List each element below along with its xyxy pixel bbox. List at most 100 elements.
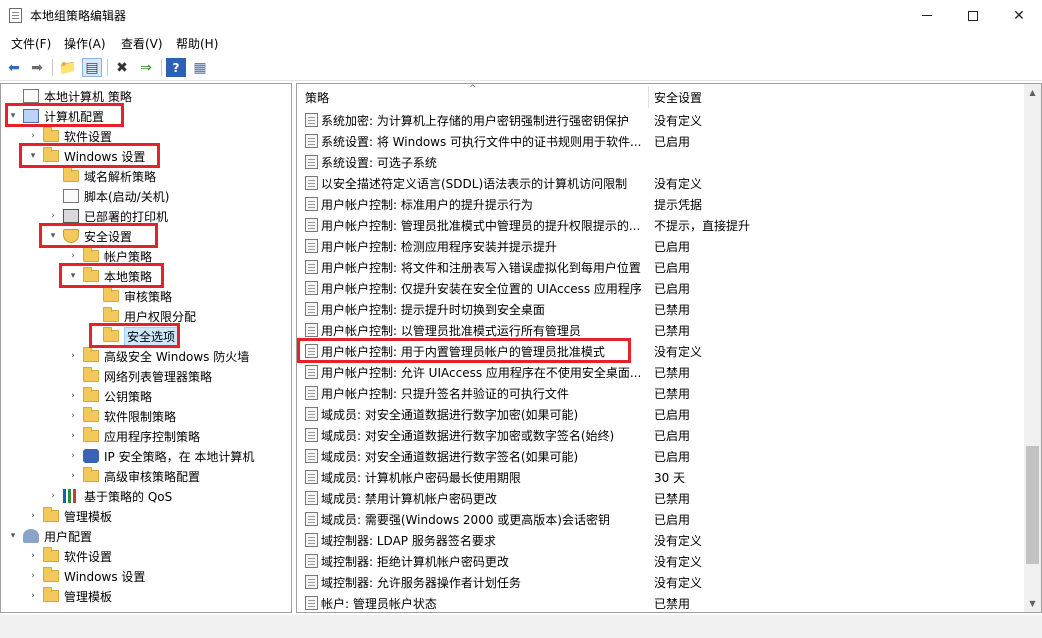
policy-list[interactable]: 策略 ^ 安全设置 ▲ ▼ 系统加密: 为计算机上存储的用户密钥强制进行强密钥保… [296, 83, 1042, 613]
collapsed-arrow-icon[interactable]: › [27, 131, 39, 141]
vertical-scrollbar[interactable]: ▲ ▼ [1024, 84, 1041, 612]
policy-row[interactable]: 域控制器: 允许服务器操作者计划任务 没有定义 [297, 572, 1023, 593]
show-hide-tree-button[interactable]: ▤ [82, 58, 102, 77]
menu-help[interactable]: 帮助(H) [176, 35, 218, 52]
collapsed-arrow-icon[interactable]: › [67, 411, 79, 421]
tree-item[interactable]: ▾ 本地策略 [67, 266, 152, 286]
policy-row[interactable]: 用户帐户控制: 检测应用程序安装并提示提升 已启用 [297, 236, 1023, 257]
tree-item[interactable]: 用户权限分配 [87, 306, 196, 326]
scroll-down-icon[interactable]: ▼ [1024, 595, 1041, 612]
tree-item[interactable]: 域名解析策略 [47, 166, 156, 186]
expanded-arrow-icon[interactable]: ▾ [27, 151, 39, 161]
policy-setting-value: 没有定义 [654, 534, 703, 548]
policy-row[interactable]: 域成员: 需要强(Windows 2000 或更高版本)会话密钥 已启用 [297, 509, 1023, 530]
policy-name: 系统加密: 为计算机上存储的用户密钥强制进行强密钥保护 [321, 114, 629, 128]
maximize-button[interactable] [950, 0, 996, 31]
back-button[interactable]: ⬅ [4, 58, 24, 77]
scroll-thumb[interactable] [1026, 446, 1039, 564]
policy-row[interactable]: 以安全描述符定义语言(SDDL)语法表示的计算机访问限制 没有定义 [297, 173, 1023, 194]
policy-row[interactable]: 域成员: 对安全通道数据进行数字加密(如果可能) 已启用 [297, 404, 1023, 425]
collapsed-arrow-icon[interactable]: › [67, 251, 79, 261]
forward-button[interactable]: ➡ [27, 58, 47, 77]
delete-button[interactable]: ✖ [112, 58, 132, 77]
policy-setting-value: 已启用 [654, 513, 691, 527]
policy-row[interactable]: 系统设置: 将 Windows 可执行文件中的证书规则用于软件... 已启用 [297, 131, 1023, 152]
policy-row[interactable]: 系统加密: 为计算机上存储的用户密钥强制进行强密钥保护 没有定义 [297, 110, 1023, 131]
tree-item[interactable]: › 软件设置 [27, 546, 112, 566]
policy-row[interactable]: 用户帐户控制: 以管理员批准模式运行所有管理员 已禁用 [297, 320, 1023, 341]
export-button[interactable]: ⇒ [136, 58, 156, 77]
tree-item[interactable]: › 高级审核策略配置 [67, 466, 200, 486]
collapsed-arrow-icon[interactable]: › [67, 431, 79, 441]
tree-item[interactable]: › 管理模板 [27, 586, 112, 606]
policy-row[interactable]: 域成员: 对安全通道数据进行数字签名(如果可能) 已启用 [297, 446, 1023, 467]
toolbar-separator [52, 59, 53, 76]
properties-button[interactable]: ▦ [190, 58, 210, 77]
tree-item[interactable]: 网络列表管理器策略 [67, 366, 212, 386]
tree-item[interactable]: 审核策略 [87, 286, 172, 306]
tree-item[interactable]: 脚本(启动/关机) [47, 186, 169, 206]
collapsed-arrow-icon[interactable]: › [47, 211, 59, 221]
collapsed-arrow-icon[interactable]: › [27, 571, 39, 581]
collapsed-arrow-icon[interactable]: › [67, 351, 79, 361]
policy-row[interactable]: 系统设置: 可选子系统 [297, 152, 1023, 173]
up-folder-button[interactable]: 📁 [58, 58, 78, 77]
tree-item[interactable]: › 公钥策略 [67, 386, 152, 406]
expanded-arrow-icon[interactable]: ▾ [7, 531, 19, 541]
collapsed-arrow-icon[interactable]: › [67, 391, 79, 401]
policy-row[interactable]: 域控制器: LDAP 服务器签名要求 没有定义 [297, 530, 1023, 551]
collapsed-arrow-icon[interactable]: › [67, 471, 79, 481]
policy-row[interactable]: 用户帐户控制: 允许 UIAccess 应用程序在不使用安全桌面... 已禁用 [297, 362, 1023, 383]
menu-action[interactable]: 操作(A) [64, 35, 106, 52]
menu-view[interactable]: 查看(V) [121, 35, 163, 52]
tree-item[interactable]: › 应用程序控制策略 [67, 426, 200, 446]
collapsed-arrow-icon[interactable]: › [27, 551, 39, 561]
tree-item[interactable]: › 管理模板 [27, 506, 112, 526]
tree-item[interactable]: › 软件限制策略 [67, 406, 176, 426]
tree-item[interactable]: 安全选项 [87, 326, 179, 346]
help-button[interactable]: ? [166, 58, 186, 77]
tree-item[interactable]: › Windows 设置 [27, 566, 145, 586]
tree-item[interactable]: ▾ Windows 设置 [27, 146, 145, 166]
collapsed-arrow-icon[interactable]: › [67, 451, 79, 461]
column-policy-header[interactable]: 策略 [305, 84, 650, 110]
policy-row[interactable]: 用户帐户控制: 只提升签名并验证的可执行文件 已禁用 [297, 383, 1023, 404]
collapsed-arrow-icon[interactable]: › [27, 511, 39, 521]
tree-item[interactable]: ▾ 计算机配置 [7, 106, 104, 126]
policy-row[interactable]: 用户帐户控制: 管理员批准模式中管理员的提升权限提示的... 不提示，直接提升 [297, 215, 1023, 236]
tree-item[interactable]: › IP 安全策略，在 本地计算机 [67, 446, 254, 466]
policy-row[interactable]: 域成员: 计算机帐户密码最长使用期限 30 天 [297, 467, 1023, 488]
console-tree[interactable]: 本地计算机 策略 ▾ 计算机配置 › 软件设置 ▾ Windows 设置 域名解析策略 脚本(启… [0, 83, 292, 613]
collapsed-arrow-icon[interactable]: › [47, 491, 59, 501]
tree-item[interactable]: ▾ 安全设置 [47, 226, 132, 246]
policy-row[interactable]: 域成员: 禁用计算机帐户密码更改 已禁用 [297, 488, 1023, 509]
policy-row[interactable]: 用户帐户控制: 标准用户的提升提示行为 提示凭据 [297, 194, 1023, 215]
tree-item[interactable]: › 软件设置 [27, 126, 112, 146]
expanded-arrow-icon[interactable]: ▾ [7, 111, 19, 121]
tree-item[interactable]: › 帐户策略 [67, 246, 152, 266]
tree-item[interactable]: ▾ 用户配置 [7, 526, 92, 546]
title-bar: 本地组策略编辑器 ✕ [0, 0, 1042, 31]
policy-row[interactable]: 帐户: 管理员帐户状态 已禁用 [297, 593, 1023, 612]
policy-row[interactable]: 域控制器: 拒绝计算机帐户密码更改 没有定义 [297, 551, 1023, 572]
policy-row[interactable]: 用户帐户控制: 用于内置管理员帐户的管理员批准模式 没有定义 [297, 341, 1023, 362]
tree-item[interactable]: › 基于策略的 QoS [47, 486, 172, 506]
tree-item[interactable]: 本地计算机 策略 [7, 86, 132, 106]
policy-row[interactable]: 用户帐户控制: 仅提升安装在安全位置的 UIAccess 应用程序 已启用 [297, 278, 1023, 299]
policy-row[interactable]: 用户帐户控制: 提示提升时切换到安全桌面 已禁用 [297, 299, 1023, 320]
expanded-arrow-icon[interactable]: ▾ [47, 231, 59, 241]
column-setting-header[interactable]: 安全设置 [654, 84, 954, 110]
policy-name: 用户帐户控制: 提示提升时切换到安全桌面 [321, 303, 545, 317]
column-divider[interactable] [648, 86, 649, 108]
policy-row[interactable]: 用户帐户控制: 将文件和注册表写入错误虚拟化到每用户位置 已启用 [297, 257, 1023, 278]
shield-icon [63, 229, 79, 243]
policy-row[interactable]: 域成员: 对安全通道数据进行数字加密或数字签名(始终) 已启用 [297, 425, 1023, 446]
tree-item[interactable]: › 已部署的打印机 [47, 206, 168, 226]
close-button[interactable]: ✕ [996, 0, 1042, 31]
expanded-arrow-icon[interactable]: ▾ [67, 271, 79, 281]
minimize-button[interactable] [904, 0, 950, 31]
scroll-up-icon[interactable]: ▲ [1024, 84, 1041, 101]
collapsed-arrow-icon[interactable]: › [27, 591, 39, 601]
tree-item[interactable]: › 高级安全 Windows 防火墙 [67, 346, 249, 366]
menu-file[interactable]: 文件(F) [11, 35, 51, 52]
